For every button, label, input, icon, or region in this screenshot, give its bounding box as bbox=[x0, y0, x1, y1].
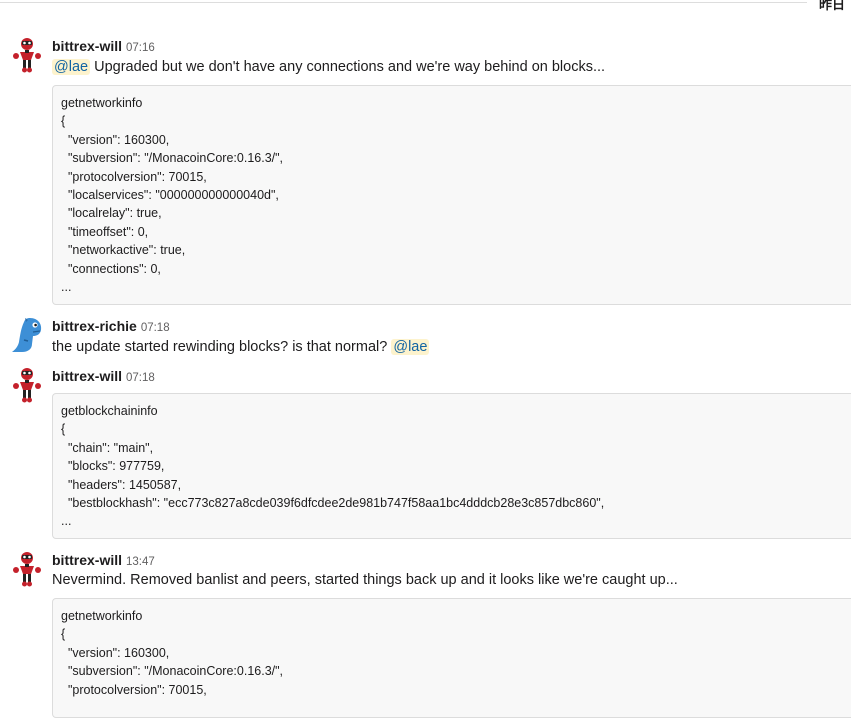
code-line: "chain": "main", bbox=[61, 440, 154, 455]
code-line: "timeoffset": 0, bbox=[61, 224, 149, 239]
code-line: "headers": 1450587, bbox=[61, 477, 182, 492]
code-block: getblockchaininfo { "chain": "main", "bl… bbox=[52, 393, 851, 539]
day-divider: 昨日 bbox=[0, 0, 851, 16]
code-line: "subversion": "/MonacoinCore:0.16.3/", bbox=[61, 151, 284, 166]
timestamp[interactable]: 07:16 bbox=[126, 42, 155, 54]
author-name[interactable]: bittrex-will bbox=[52, 38, 122, 54]
blue-dinosaur-avatar-icon[interactable] bbox=[10, 316, 44, 354]
code-line: "localservices": "000000000000040d", bbox=[61, 187, 279, 202]
code-line: { bbox=[61, 627, 66, 642]
code-line: { bbox=[61, 422, 66, 437]
message-text: the update started rewinding blocks? is … bbox=[52, 336, 430, 358]
code-block: getnetworkinfo { "version": 160300, "sub… bbox=[52, 598, 851, 718]
code-line: "networkactive": true, bbox=[61, 243, 186, 258]
code-line: getnetworkinfo bbox=[61, 609, 143, 623]
author-name[interactable]: bittrex-will bbox=[52, 552, 122, 568]
message-header: bittrex-will 07:18 bbox=[52, 366, 155, 386]
user-mention[interactable]: @lae bbox=[52, 59, 91, 75]
code-line: "protocolversion": 70015, bbox=[61, 682, 207, 697]
timestamp[interactable]: 13:47 bbox=[126, 556, 155, 568]
code-line: { bbox=[61, 114, 66, 129]
timestamp[interactable]: 07:18 bbox=[126, 372, 155, 384]
user-mention[interactable]: @lae bbox=[391, 339, 430, 355]
message-header: bittrex-will 13:47 bbox=[52, 550, 155, 570]
message-body: Upgraded but we don't have any connectio… bbox=[90, 59, 606, 75]
message-header: bittrex-will 07:16 bbox=[52, 36, 155, 56]
message-text: @lae Upgraded but we don't have any conn… bbox=[52, 56, 605, 78]
code-line: "localrelay": true, bbox=[61, 206, 162, 221]
message-text: Nevermind. Removed banlist and peers, st… bbox=[52, 569, 678, 591]
message-body: the update started rewinding blocks? is … bbox=[52, 339, 392, 355]
code-line: "version": 160300, bbox=[61, 645, 170, 660]
day-divider-line bbox=[0, 2, 851, 3]
code-line: "subversion": "/MonacoinCore:0.16.3/", bbox=[61, 664, 284, 679]
code-line: "connections": 0, bbox=[61, 261, 161, 276]
code-line: getblockchaininfo bbox=[61, 404, 158, 418]
author-name[interactable]: bittrex-richie bbox=[52, 318, 137, 334]
robot-avatar-icon[interactable] bbox=[10, 550, 44, 588]
author-name[interactable]: bittrex-will bbox=[52, 368, 122, 384]
message-header: bittrex-richie 07:18 bbox=[52, 316, 170, 336]
code-line: ... bbox=[61, 514, 72, 529]
code-line: ... bbox=[61, 279, 72, 294]
code-line: "version": 160300, bbox=[61, 132, 170, 147]
timestamp[interactable]: 07:18 bbox=[141, 322, 170, 334]
code-block: getnetworkinfo { "version": 160300, "sub… bbox=[52, 85, 851, 305]
robot-avatar-icon[interactable] bbox=[10, 366, 44, 404]
day-divider-label[interactable]: 昨日 bbox=[806, 0, 851, 15]
message-body: Nevermind. Removed banlist and peers, st… bbox=[52, 572, 678, 588]
code-line: "blocks": 977759, bbox=[61, 459, 165, 474]
code-line: "protocolversion": 70015, bbox=[61, 169, 207, 184]
code-line: getnetworkinfo bbox=[61, 96, 143, 110]
robot-avatar-icon[interactable] bbox=[10, 36, 44, 74]
code-line: "bestblockhash": "ecc773c827a8cde039f6df… bbox=[61, 495, 605, 510]
